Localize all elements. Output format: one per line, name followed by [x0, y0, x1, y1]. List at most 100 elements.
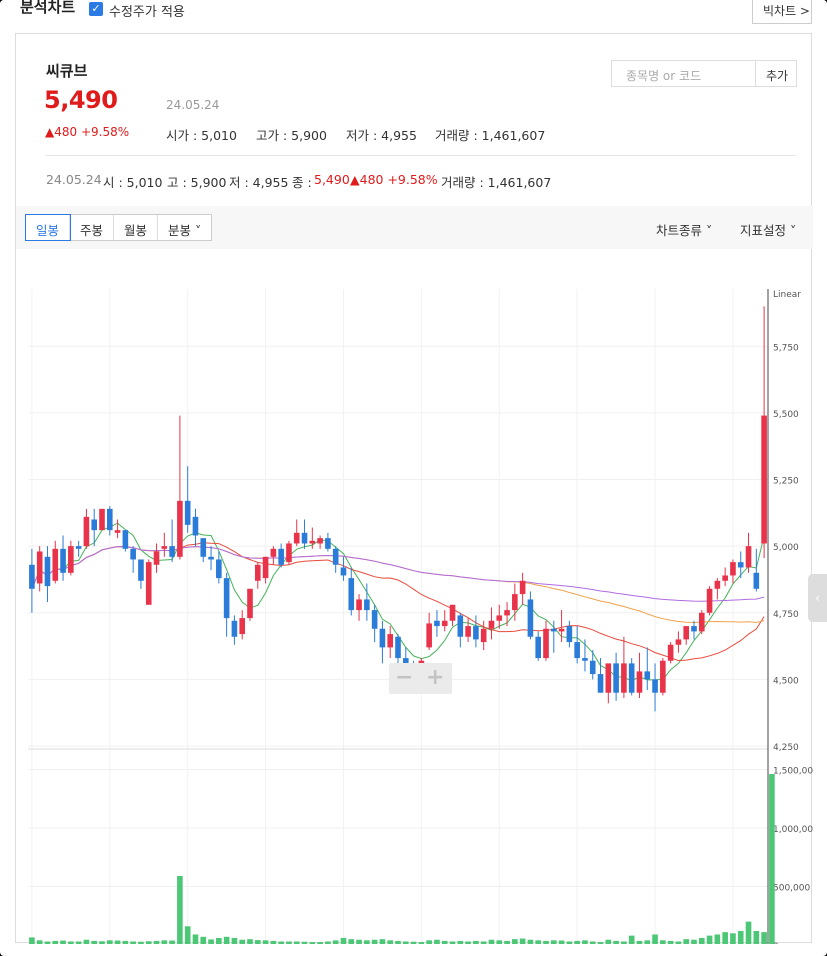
period-tabs: 일봉 주봉 월봉 분봉 ˅	[24, 214, 213, 241]
chart-type-dropdown[interactable]: 차트종류 ˅	[656, 220, 712, 239]
volume-bar	[356, 939, 362, 944]
volume-bar	[402, 941, 409, 944]
candle-body	[278, 548, 284, 565]
volume-bar	[441, 940, 448, 944]
candle-body	[558, 628, 565, 632]
candle-body	[75, 546, 82, 549]
chart-toolbar: 일봉 주봉 월봉 분봉 ˅ 차트종류 ˅ 지표설정 ˅	[16, 206, 813, 249]
candle-body	[543, 628, 549, 659]
window-title: 분석차트	[20, 0, 76, 16]
volume-bar	[395, 940, 401, 944]
volume-bar	[660, 940, 666, 944]
volume-bar	[364, 940, 370, 944]
volume-bar	[504, 940, 510, 944]
candle-body	[348, 578, 355, 611]
volume-bar	[597, 942, 604, 944]
stock-name: 씨큐브	[46, 62, 88, 80]
volume-bar	[714, 934, 721, 944]
volume-bar	[745, 921, 752, 944]
candle-body	[519, 580, 526, 595]
candle-body	[574, 642, 580, 659]
volume-bar	[262, 940, 269, 944]
candle-body	[130, 548, 136, 560]
price-tick-label: 5,250	[773, 477, 799, 487]
volume-bar	[512, 939, 518, 944]
candle-body	[504, 610, 510, 616]
candle-body	[535, 636, 542, 659]
trading-volume: 거래량 : 1,461,607	[435, 128, 546, 143]
candle-body	[667, 644, 674, 661]
volume-bar	[239, 939, 246, 944]
summary-open: 시 : 5,010	[103, 175, 163, 190]
candle-body	[44, 556, 51, 587]
candle-body	[254, 564, 261, 581]
volume-bar	[348, 939, 355, 944]
volume-tick-label: 500,000	[773, 884, 810, 894]
candle-body	[387, 634, 394, 648]
candle-body	[200, 538, 207, 557]
candle-body	[473, 626, 479, 640]
tab-daily[interactable]: 일봉	[24, 214, 72, 241]
candle-body	[605, 663, 612, 693]
candle-body	[644, 671, 651, 680]
volume-bar	[628, 935, 635, 944]
candle-body	[145, 562, 152, 605]
volume-bar	[114, 940, 121, 944]
zoom-out-button[interactable]: −	[395, 665, 413, 690]
ma-line-ma60	[31, 546, 765, 624]
summary-low: 저 : 4,955	[229, 175, 289, 190]
zoom-in-button[interactable]: +	[426, 665, 444, 690]
price-tick-label: 5,000	[773, 543, 799, 553]
candle-body	[36, 551, 43, 584]
volume-bar	[332, 940, 339, 944]
volume-bar	[145, 941, 152, 944]
volume-bar	[36, 940, 43, 944]
volume-bar	[465, 941, 471, 944]
candle-body	[231, 620, 238, 637]
candle-body	[106, 508, 113, 531]
candle-body	[68, 546, 74, 573]
volume-bar	[270, 940, 277, 944]
volume-bar	[44, 941, 51, 944]
candle-body	[239, 618, 246, 635]
price-change: ▲480 +9.58%	[45, 125, 130, 139]
candle-body	[177, 500, 183, 557]
big-chart-button[interactable]: 빅차트 >	[752, 0, 812, 24]
current-price: 5,490	[44, 86, 118, 114]
candle-body	[628, 663, 635, 693]
candle-body	[691, 626, 697, 632]
adjusted-price-checkbox[interactable]: ✓	[89, 2, 103, 16]
volume-bar	[753, 930, 760, 944]
indicator-settings-dropdown[interactable]: 지표설정 ˅	[740, 220, 796, 239]
stock-chart[interactable]: 4,2504,5004,7505,0005,2505,5005,7500500,…	[16, 249, 813, 944]
tab-minute[interactable]: 분봉 ˅	[158, 215, 211, 240]
candle-body	[325, 538, 331, 549]
volume-bar	[473, 940, 479, 944]
candle-body	[706, 588, 713, 613]
side-panel-toggle[interactable]: ‹	[808, 574, 827, 622]
tab-weekly[interactable]: 주봉	[70, 215, 115, 240]
volume-bar	[644, 940, 651, 944]
volume-bar	[52, 940, 59, 944]
candle-body	[138, 559, 144, 581]
stock-search-input[interactable]: 종목명 or 코드	[611, 60, 756, 87]
summary-date: 24.05.24	[46, 172, 102, 187]
volume-bar	[722, 932, 728, 944]
volume-bar	[184, 926, 191, 944]
adjusted-price-label[interactable]: 수정주가 적용	[109, 1, 185, 20]
volume-bar	[387, 940, 394, 944]
candle-body	[332, 548, 339, 565]
volume-bar	[667, 940, 674, 944]
candle-body	[309, 540, 316, 544]
candle-body	[613, 663, 619, 693]
add-stock-button[interactable]: 추가	[755, 60, 797, 87]
summary-change: ▲480 +9.58%	[350, 172, 438, 187]
candle-body	[270, 548, 277, 557]
candle-body	[457, 615, 464, 637]
candle-body	[340, 567, 347, 576]
candle-body	[597, 674, 604, 693]
volume-bar	[223, 936, 230, 944]
volume-bar	[737, 930, 744, 944]
tab-monthly[interactable]: 월봉	[114, 215, 159, 240]
candle-body	[52, 548, 59, 581]
